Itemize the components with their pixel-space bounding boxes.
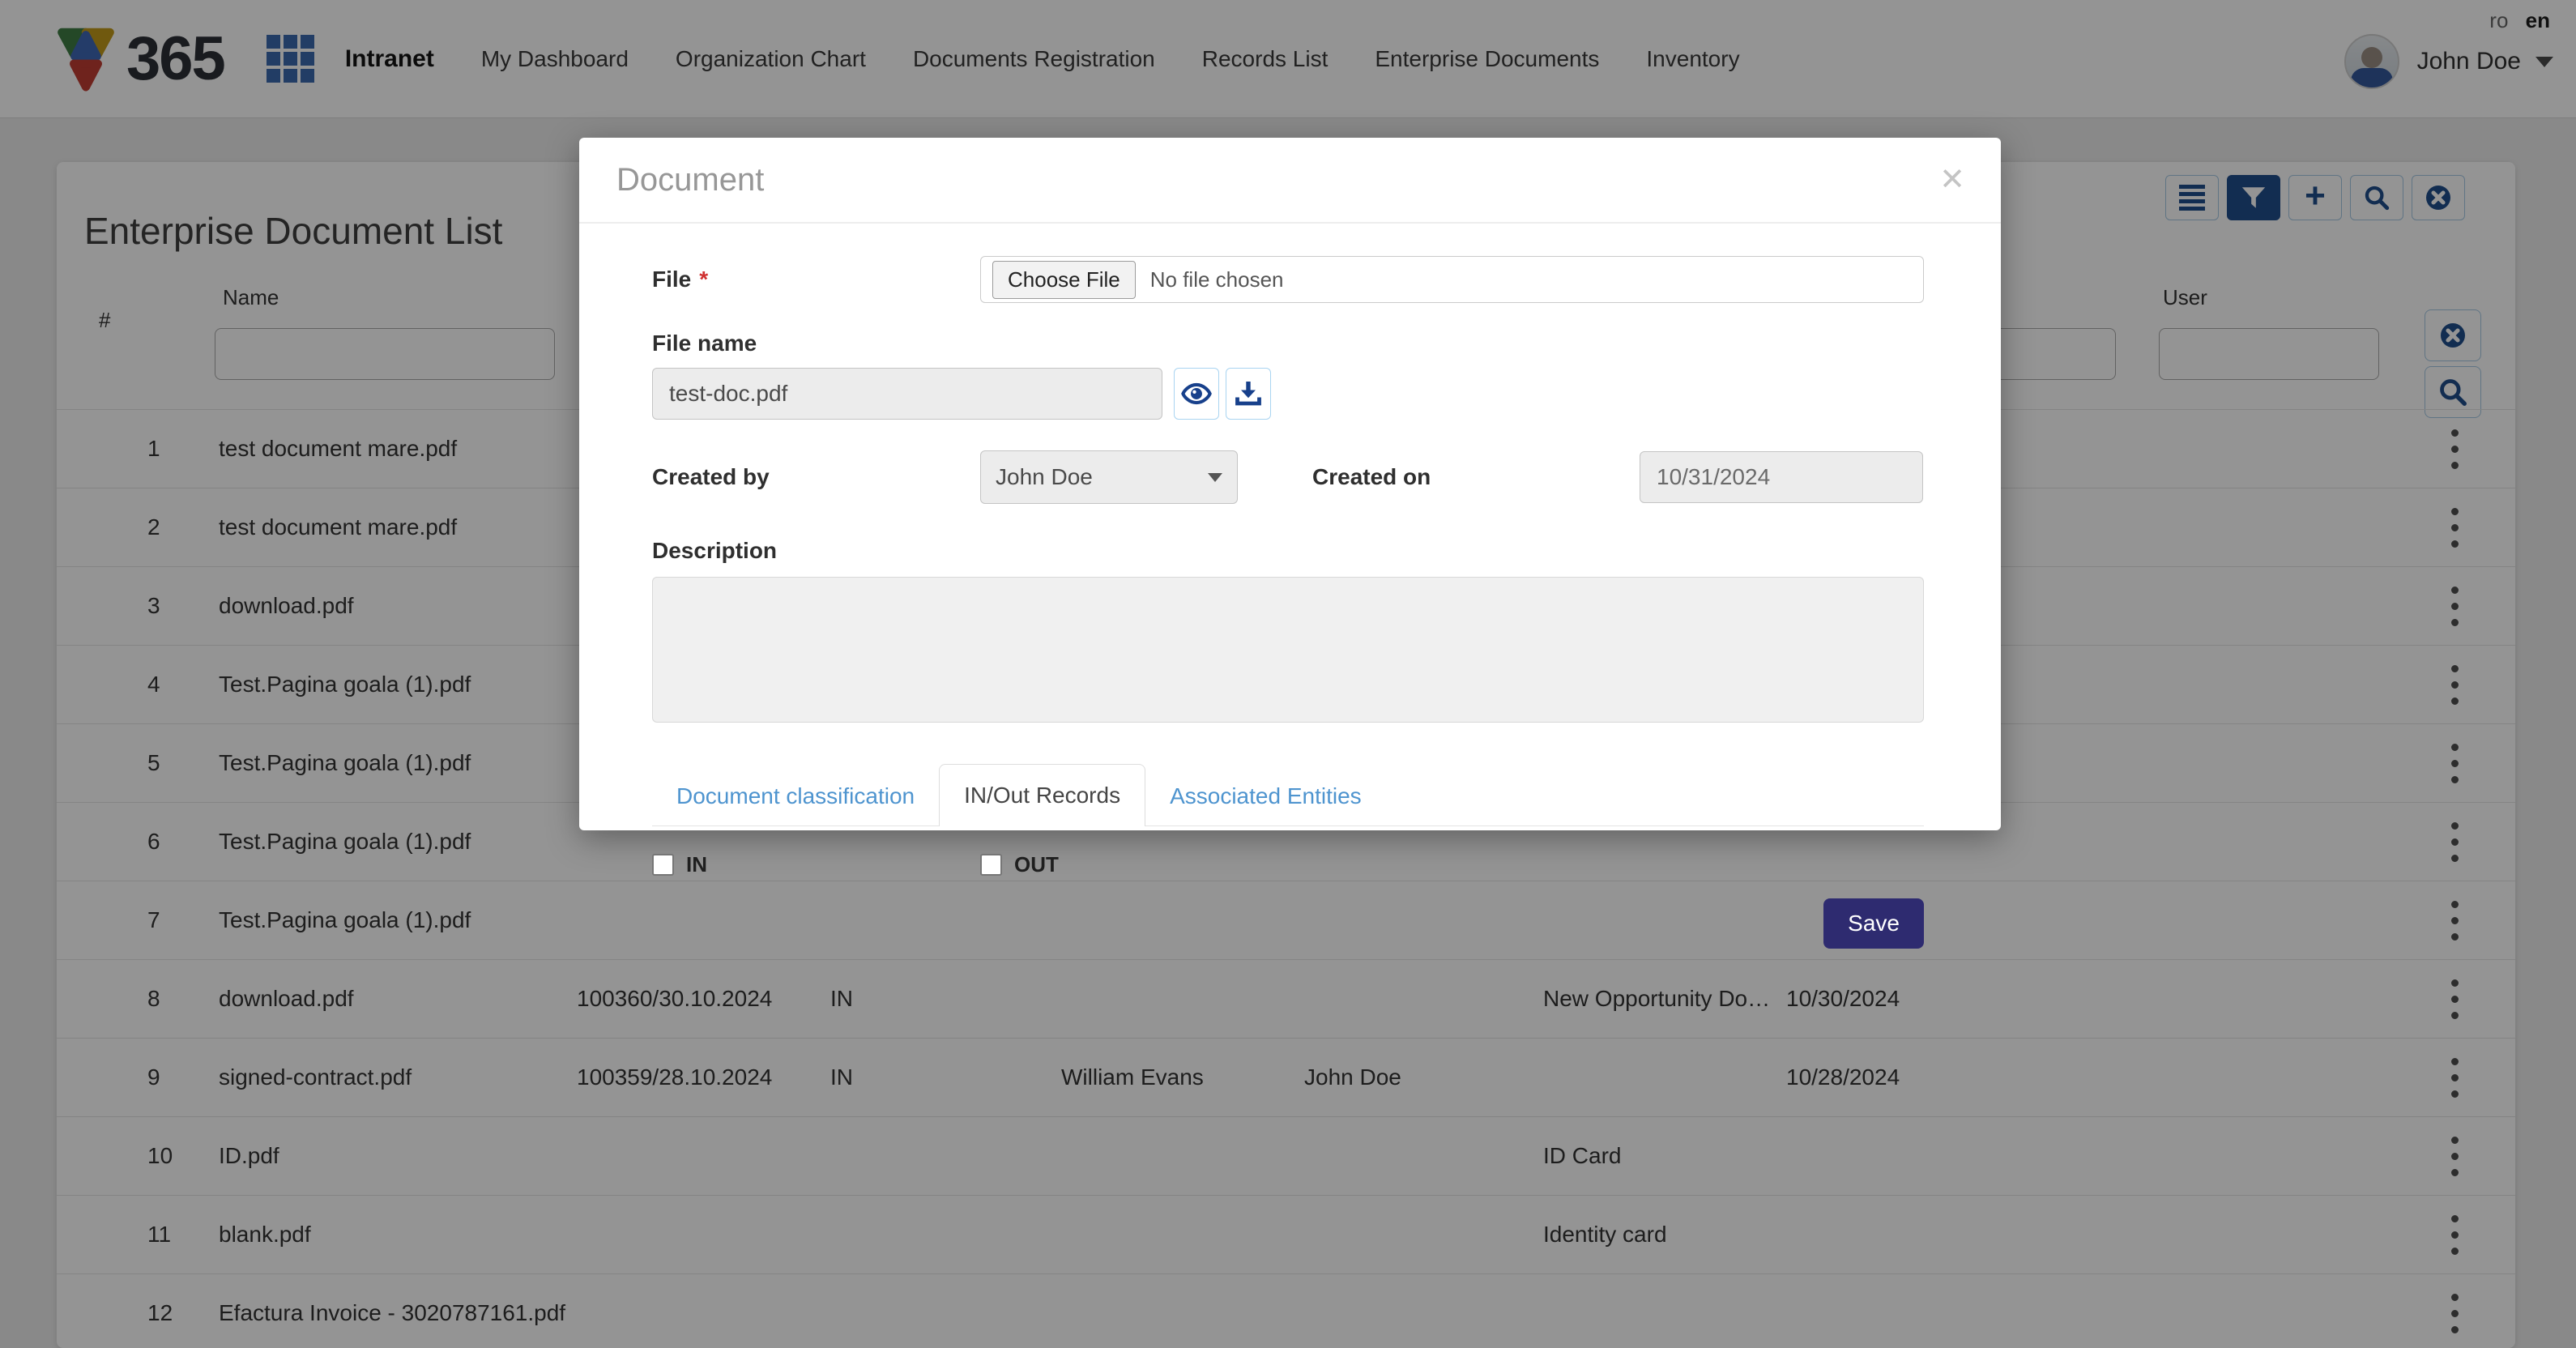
modal-title: Document bbox=[616, 162, 764, 198]
out-checkbox[interactable] bbox=[980, 854, 1002, 876]
created-by-value: John Doe bbox=[996, 464, 1093, 490]
required-asterisk: * bbox=[699, 267, 708, 292]
tab-in-out-records[interactable]: IN/Out Records bbox=[939, 764, 1145, 826]
file-name-label: File name bbox=[652, 331, 1924, 356]
file-label: File* bbox=[652, 267, 980, 292]
choose-file-button[interactable]: Choose File bbox=[992, 261, 1136, 299]
no-file-chosen-text: No file chosen bbox=[1150, 267, 1284, 292]
created-on-label: Created on bbox=[1312, 464, 1640, 490]
description-label: Description bbox=[652, 538, 1924, 564]
file-upload-field[interactable]: Choose File No file chosen bbox=[980, 256, 1924, 303]
out-checkbox-label: OUT bbox=[1014, 852, 1059, 877]
preview-file-button[interactable] bbox=[1174, 368, 1219, 420]
created-by-label: Created by bbox=[652, 464, 980, 490]
eye-icon bbox=[1181, 378, 1212, 409]
chevron-down-icon bbox=[1208, 473, 1222, 482]
file-name-input bbox=[652, 368, 1162, 420]
close-icon[interactable]: ✕ bbox=[1939, 164, 1965, 195]
description-textarea[interactable] bbox=[652, 577, 1924, 723]
in-checkbox[interactable] bbox=[652, 854, 674, 876]
created-by-select: John Doe bbox=[980, 450, 1238, 504]
download-file-button[interactable] bbox=[1226, 368, 1271, 420]
tab-associated-entities[interactable]: Associated Entities bbox=[1145, 767, 1386, 825]
tab-document-classification[interactable]: Document classification bbox=[652, 767, 939, 825]
download-icon bbox=[1234, 379, 1263, 408]
modal-tabs: Document classification IN/Out Records A… bbox=[652, 764, 1924, 826]
save-button[interactable]: Save bbox=[1823, 898, 1924, 949]
in-checkbox-label: IN bbox=[686, 852, 707, 877]
document-modal: Document ✕ File* Choose File No file cho… bbox=[579, 138, 2001, 830]
created-on-input bbox=[1640, 451, 1923, 503]
